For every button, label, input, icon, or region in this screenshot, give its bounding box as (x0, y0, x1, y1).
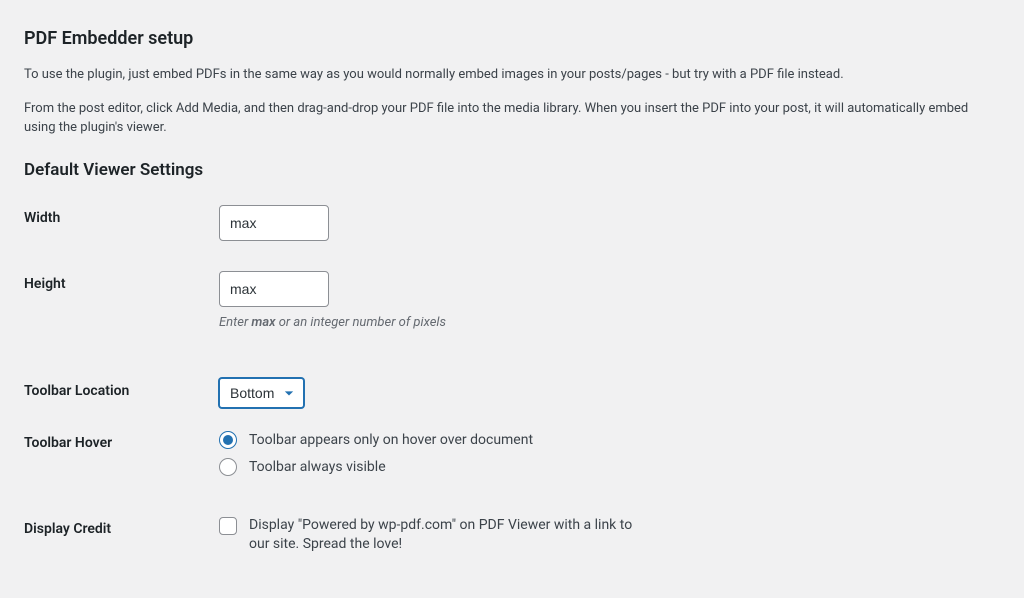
height-label: Height (24, 256, 209, 345)
toolbar-hover-group: Toolbar appears only on hover over docum… (219, 431, 990, 478)
height-help-text: Enter max or an integer number of pixels (219, 315, 990, 330)
toolbar-location-label: Toolbar Location (24, 363, 209, 423)
width-input[interactable] (219, 205, 329, 241)
height-input[interactable] (219, 271, 329, 307)
intro-paragraph-2: From the post editor, click Add Media, a… (24, 99, 1000, 138)
toolbar-location-select[interactable]: Bottom (219, 378, 304, 408)
display-credit-label: Display Credit (24, 501, 209, 578)
toolbar-hover-option-always[interactable]: Toolbar always visible (219, 458, 649, 478)
display-credit-checkbox[interactable] (219, 517, 237, 535)
display-credit-group: Display "Powered by wp-pdf.com" on PDF V… (219, 516, 990, 555)
intro-paragraph-1: To use the plugin, just embed PDFs in th… (24, 65, 1000, 85)
settings-table: Width Height Enter max or an integer num… (24, 190, 1000, 578)
toolbar-hover-radio-hover[interactable] (219, 431, 237, 449)
subsection-title: Default Viewer Settings (24, 160, 1000, 180)
toolbar-hover-label: Toolbar Hover (24, 423, 209, 501)
toolbar-hover-text-always: Toolbar always visible (249, 458, 386, 478)
display-credit-text: Display "Powered by wp-pdf.com" on PDF V… (249, 516, 649, 555)
toolbar-hover-radio-always[interactable] (219, 458, 237, 476)
display-credit-option[interactable]: Display "Powered by wp-pdf.com" on PDF V… (219, 516, 649, 555)
page-title: PDF Embedder setup (24, 28, 1000, 49)
width-label: Width (24, 190, 209, 256)
toolbar-hover-option-hover[interactable]: Toolbar appears only on hover over docum… (219, 431, 649, 451)
toolbar-hover-text-hover: Toolbar appears only on hover over docum… (249, 431, 533, 451)
